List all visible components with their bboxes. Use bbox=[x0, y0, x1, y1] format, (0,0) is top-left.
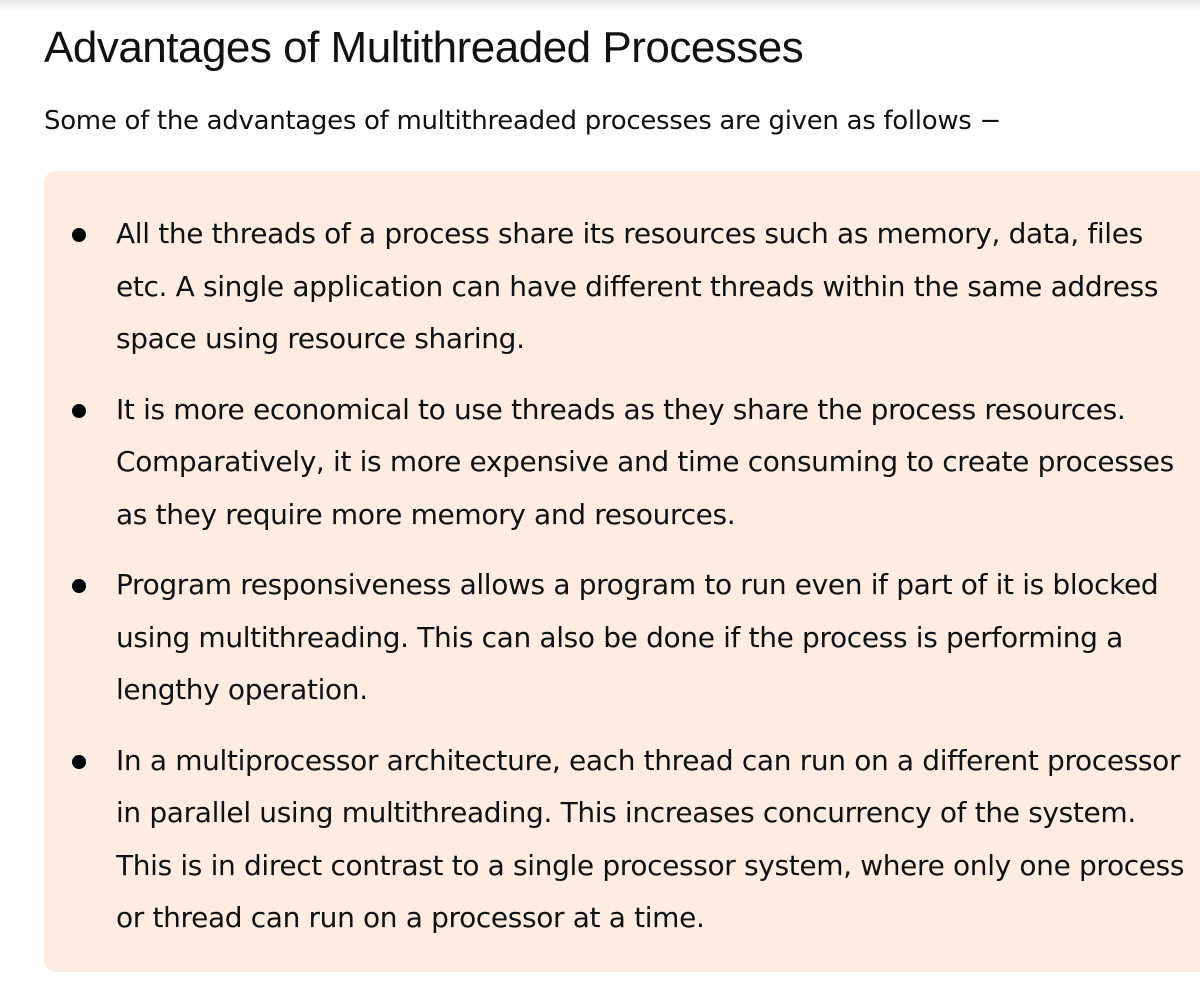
list-item: Program responsiveness allows a program … bbox=[44, 559, 1200, 717]
list-item: It is more economical to use threads as … bbox=[44, 384, 1200, 542]
list-item-text: Program responsiveness allows a program … bbox=[116, 568, 1159, 706]
advantages-panel: All the threads of a process share its r… bbox=[44, 171, 1200, 972]
bullet-icon bbox=[72, 228, 86, 242]
bullet-icon bbox=[72, 754, 86, 769]
top-shadow bbox=[0, 0, 1200, 10]
list-item-text: It is more economical to use threads as … bbox=[116, 392, 1174, 531]
bullet-icon bbox=[72, 403, 86, 418]
page-title: Advantages of Multithreaded Processes bbox=[44, 23, 804, 72]
list-item-text: All the threads of a process share its r… bbox=[116, 217, 1159, 355]
list-item: In a multiprocessor architecture, each t… bbox=[44, 735, 1200, 945]
list-item-text: In a multiprocessor architecture, each t… bbox=[116, 743, 1185, 935]
advantages-list: All the threads of a process share its r… bbox=[44, 208, 1200, 963]
bullet-icon bbox=[72, 579, 86, 593]
intro-paragraph: Some of the advantages of multithreaded … bbox=[44, 106, 1001, 136]
list-item: All the threads of a process share its r… bbox=[44, 208, 1200, 366]
